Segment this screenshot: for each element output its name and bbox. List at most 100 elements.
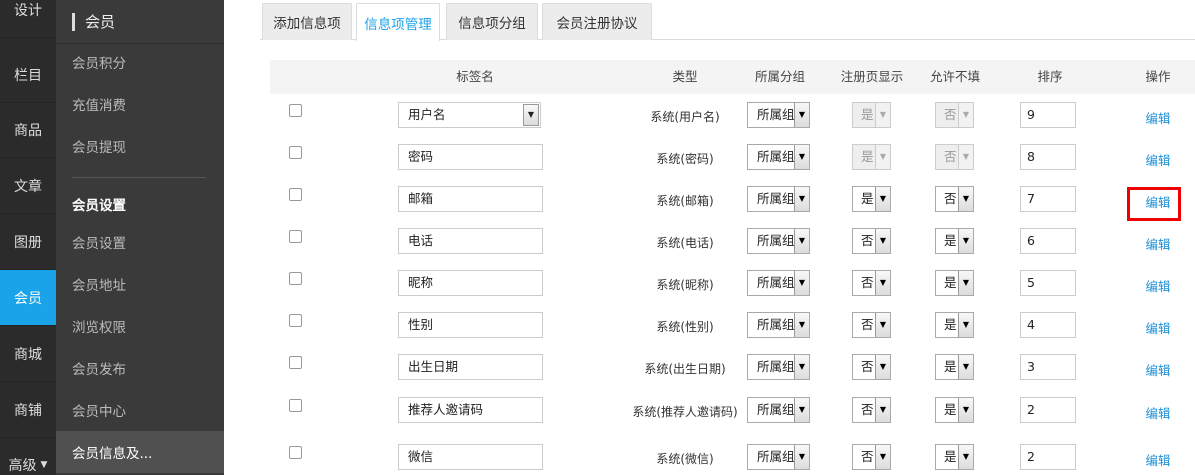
label-input[interactable]: 性别 bbox=[398, 312, 543, 338]
order-input[interactable]: 5 bbox=[1020, 270, 1076, 296]
register-display-select[interactable]: 否 ▼ bbox=[852, 397, 891, 423]
edit-link[interactable]: 编辑 bbox=[1143, 306, 1173, 348]
register-display-select[interactable]: 是 ▼ bbox=[852, 186, 891, 212]
group-select[interactable]: 所属组 ▼ bbox=[747, 270, 810, 296]
order-input[interactable]: 4 bbox=[1020, 312, 1076, 338]
row-checkbox[interactable] bbox=[289, 104, 302, 117]
table-row: 昵称 系统(昵称) 所属组 ▼ 否 ▼ 是 ▼ 5 编辑 bbox=[270, 264, 1195, 306]
register-display-value: 否 bbox=[861, 233, 874, 248]
register-display-value: 是 bbox=[861, 149, 874, 164]
register-display-select[interactable]: 否 ▼ bbox=[852, 354, 891, 380]
sidebar-item-5[interactable]: 会员地址 bbox=[56, 263, 224, 305]
label-input[interactable]: 邮箱 bbox=[398, 186, 543, 212]
label-input[interactable]: 微信 bbox=[398, 444, 543, 470]
allow-empty-select[interactable]: 是 ▼ bbox=[935, 270, 974, 296]
edit-link[interactable]: 编辑 bbox=[1143, 264, 1173, 306]
dropdown-arrow-icon: ▼ bbox=[875, 187, 890, 211]
sidebar-item-8[interactable]: 会员中心 bbox=[56, 389, 224, 431]
edit-link[interactable]: 编辑 bbox=[1143, 391, 1173, 433]
tab-3[interactable]: 会员注册协议 bbox=[542, 3, 652, 40]
register-display-select[interactable]: 否 ▼ bbox=[852, 444, 891, 470]
order-input[interactable]: 3 bbox=[1020, 354, 1076, 380]
label-value: 推荐人邀请码 bbox=[408, 402, 484, 417]
sidebar-item-0[interactable]: 会员积分 bbox=[56, 41, 224, 83]
edit-link[interactable]: 编辑 bbox=[1127, 180, 1181, 222]
rail-item-1[interactable]: 栏目 bbox=[0, 47, 56, 103]
row-checkbox[interactable] bbox=[289, 314, 302, 327]
row-checkbox[interactable] bbox=[289, 356, 302, 369]
label-select[interactable]: 用户名 ▼ bbox=[398, 102, 541, 128]
sidebar-item-6[interactable]: 浏览权限 bbox=[56, 305, 224, 347]
group-select-value: 所属组 bbox=[757, 107, 795, 122]
order-input[interactable]: 9 bbox=[1020, 102, 1076, 128]
label-input[interactable]: 电话 bbox=[398, 228, 543, 254]
allow-empty-select[interactable]: 是 ▼ bbox=[935, 354, 974, 380]
main-nav-rail: 设计栏目 商品 文章 图册会员商城 商铺 高级 ▼ bbox=[0, 0, 56, 475]
edit-link[interactable]: 编辑 bbox=[1143, 138, 1173, 180]
sidebar-item-9[interactable]: 会员信息及... bbox=[56, 431, 224, 473]
group-select[interactable]: 所属组 ▼ bbox=[747, 144, 810, 170]
allow-empty-select[interactable]: 是 ▼ bbox=[935, 312, 974, 338]
order-input[interactable]: 7 bbox=[1020, 186, 1076, 212]
row-checkbox[interactable] bbox=[289, 399, 302, 412]
group-select[interactable]: 所属组 ▼ bbox=[747, 354, 810, 380]
rail-item-4[interactable]: 图册 bbox=[0, 214, 56, 270]
table-row: 电话 系统(电话) 所属组 ▼ 否 ▼ 是 ▼ 6 编辑 bbox=[270, 222, 1195, 264]
rail-item-0[interactable]: 设计 bbox=[0, 0, 56, 38]
register-display-value: 否 bbox=[861, 317, 874, 332]
order-input[interactable]: 2 bbox=[1020, 444, 1076, 470]
rail-item-8[interactable]: 高级 ▼ bbox=[0, 437, 56, 475]
col-header-group: 所属分组 bbox=[754, 69, 805, 84]
register-display-select[interactable]: 否 ▼ bbox=[852, 312, 891, 338]
register-display-value: 否 bbox=[861, 402, 874, 417]
rail-item-5[interactable]: 会员 bbox=[0, 270, 56, 326]
allow-empty-select[interactable]: 是 ▼ bbox=[935, 397, 974, 423]
rail-item-label: 会员 bbox=[14, 290, 42, 307]
register-display-value: 否 bbox=[861, 449, 874, 464]
label-input[interactable]: 出生日期 bbox=[398, 354, 543, 380]
rail-item-3[interactable]: 文章 bbox=[0, 158, 56, 214]
row-checkbox[interactable] bbox=[289, 446, 302, 459]
group-select[interactable]: 所属组 ▼ bbox=[747, 102, 810, 128]
tab-0[interactable]: 添加信息项 bbox=[262, 3, 352, 40]
order-input[interactable]: 6 bbox=[1020, 228, 1076, 254]
tab-2[interactable]: 信息项分组 bbox=[446, 3, 538, 40]
group-select[interactable]: 所属组 ▼ bbox=[747, 228, 810, 254]
main-content: 添加信息项 信息项管理 信息项分组 会员注册协议 标签名 类型 所属分组 注册页显示 … bbox=[224, 0, 1195, 475]
row-checkbox[interactable] bbox=[289, 188, 302, 201]
sidebar-item-4[interactable]: 会员设置 bbox=[56, 221, 224, 263]
col-header-allow-empty: 允许不填 bbox=[929, 69, 980, 84]
label-input[interactable]: 密码 bbox=[398, 144, 543, 170]
edit-link[interactable]: 编辑 bbox=[1143, 222, 1173, 264]
edit-link[interactable]: 编辑 bbox=[1143, 96, 1173, 138]
order-input[interactable]: 8 bbox=[1020, 144, 1076, 170]
group-select[interactable]: 所属组 ▼ bbox=[747, 444, 810, 470]
sidebar-item-1[interactable]: 充值消费 bbox=[56, 83, 224, 125]
sidebar-item-2[interactable]: 会员提现 bbox=[56, 125, 224, 167]
edit-link[interactable]: 编辑 bbox=[1143, 438, 1173, 475]
group-select[interactable]: 所属组 ▼ bbox=[747, 397, 810, 423]
order-input[interactable]: 2 bbox=[1020, 397, 1076, 423]
rail-item-2[interactable]: 商品 bbox=[0, 102, 56, 158]
row-checkbox[interactable] bbox=[289, 146, 302, 159]
sidebar-item-7[interactable]: 会员发布 bbox=[56, 347, 224, 389]
col-header-type: 类型 bbox=[672, 69, 698, 84]
row-checkbox[interactable] bbox=[289, 230, 302, 243]
rail-item-7[interactable]: 商铺 bbox=[0, 382, 56, 438]
register-display-select[interactable]: 否 ▼ bbox=[852, 270, 891, 296]
label-input[interactable]: 推荐人邀请码 bbox=[398, 397, 543, 423]
register-display-select[interactable]: 否 ▼ bbox=[852, 228, 891, 254]
allow-empty-select[interactable]: 是 ▼ bbox=[935, 228, 974, 254]
rail-item-6[interactable]: 商城 bbox=[0, 326, 56, 382]
type-cell: 系统(出生日期) bbox=[644, 361, 726, 376]
row-checkbox[interactable] bbox=[289, 272, 302, 285]
group-select[interactable]: 所属组 ▼ bbox=[747, 186, 810, 212]
allow-empty-select[interactable]: 是 ▼ bbox=[935, 444, 974, 470]
label-input[interactable]: 昵称 bbox=[398, 270, 543, 296]
dropdown-arrow-icon: ▼ bbox=[875, 103, 890, 127]
edit-link[interactable]: 编辑 bbox=[1143, 348, 1173, 390]
group-select[interactable]: 所属组 ▼ bbox=[747, 312, 810, 338]
dropdown-arrow-icon: ▼ bbox=[875, 398, 890, 422]
allow-empty-select[interactable]: 否 ▼ bbox=[935, 186, 974, 212]
tab-1[interactable]: 信息项管理 bbox=[356, 3, 440, 41]
